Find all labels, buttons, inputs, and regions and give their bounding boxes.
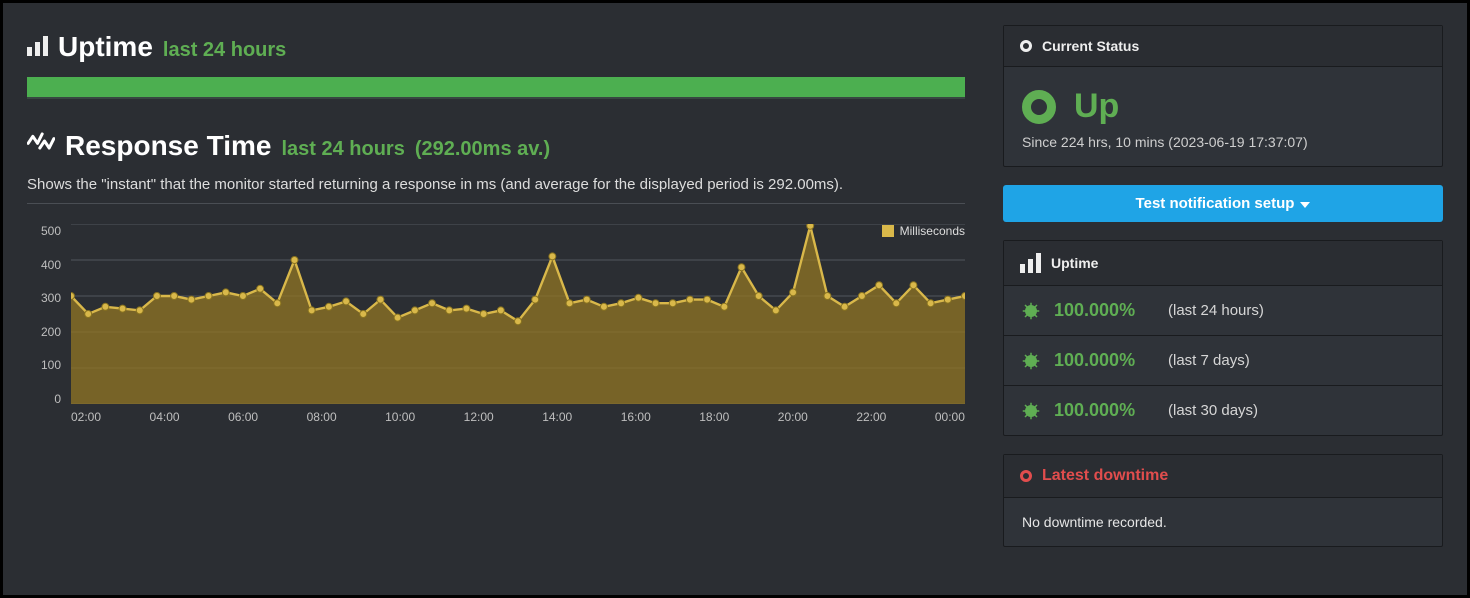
downtime-body: No downtime recorded. [1004, 498, 1442, 546]
pulse-icon [27, 127, 55, 155]
uptime-panel-header: Uptime [1004, 241, 1442, 286]
seal-icon [1022, 302, 1040, 320]
status-donut-icon [1022, 90, 1056, 124]
uptime-label: (last 24 hours) [1168, 302, 1264, 319]
x-tick: 16:00 [621, 410, 651, 424]
x-tick: 20:00 [778, 410, 808, 424]
uptime-heading: Uptime last 24 hours [27, 31, 965, 63]
uptime-title: Uptime [58, 31, 153, 63]
y-tick: 100 [41, 358, 67, 372]
response-description: Shows the "instant" that the monitor sta… [27, 176, 965, 193]
current-status-panel: Current Status Up Since 224 hrs, 10 mins… [1003, 25, 1443, 167]
response-chart: Milliseconds 5004003002001000 02:0004:00… [27, 224, 965, 424]
response-subtitle: last 24 hours [281, 138, 404, 161]
uptime-list: 100.000% (last 24 hours) 100.000% (last … [1004, 286, 1442, 435]
record-icon [1020, 40, 1032, 52]
downtime-header-text: Latest downtime [1042, 467, 1168, 485]
separator [27, 203, 965, 204]
x-tick: 06:00 [228, 410, 258, 424]
chart-plot[interactable] [71, 224, 965, 404]
x-tick: 18:00 [699, 410, 729, 424]
uptime-bar [27, 77, 965, 99]
y-tick: 500 [41, 224, 67, 238]
y-tick: 300 [41, 291, 67, 305]
uptime-pct: 100.000% [1054, 350, 1154, 371]
seal-icon [1022, 402, 1040, 420]
status-body: Up Since 224 hrs, 10 mins (2023-06-19 17… [1004, 67, 1442, 166]
uptime-row: 100.000% (last 7 days) [1004, 335, 1442, 385]
downtime-panel: Latest downtime No downtime recorded. [1003, 454, 1443, 547]
x-tick: 12:00 [464, 410, 494, 424]
uptime-label: (last 7 days) [1168, 352, 1250, 369]
x-axis-labels: 02:00 04:00 06:00 08:00 10:00 12:00 14:00 16:00… [71, 404, 965, 424]
record-icon-red [1020, 470, 1032, 482]
response-heading: Response Time last 24 hours (292.00ms av… [27, 127, 965, 162]
uptime-label: (last 30 days) [1168, 402, 1258, 419]
response-title: Response Time [65, 130, 271, 162]
status-indicator: Up [1022, 87, 1424, 126]
left-column: Uptime last 24 hours Response Time last … [27, 25, 965, 573]
x-tick: 08:00 [307, 410, 337, 424]
status-since: Since 224 hrs, 10 mins (2023-06-19 17:37… [1022, 134, 1424, 150]
seal-icon [1022, 352, 1040, 370]
bars-icon [27, 36, 48, 56]
status-header: Current Status [1004, 26, 1442, 67]
x-tick: 22:00 [856, 410, 886, 424]
response-avg: (292.00ms av.) [415, 138, 550, 161]
x-tick: 14:00 [542, 410, 572, 424]
bars-icon [1020, 253, 1041, 273]
status-text: Up [1074, 87, 1119, 126]
test-button-label: Test notification setup [1136, 195, 1295, 212]
dashboard-page: Uptime last 24 hours Response Time last … [0, 0, 1470, 598]
caret-down-icon [1300, 202, 1310, 208]
y-axis-labels: 500 400 300 200 100 0 [27, 224, 67, 406]
x-tick: 00:00 [935, 410, 965, 424]
y-tick: 400 [41, 258, 67, 272]
y-tick: 200 [41, 325, 67, 339]
x-tick: 04:00 [150, 410, 180, 424]
status-header-text: Current Status [1042, 38, 1139, 54]
uptime-pct: 100.000% [1054, 300, 1154, 321]
uptime-subtitle: last 24 hours [163, 39, 286, 62]
chart-frame: 500 400 300 200 100 0 02:00 04:00 06:00 08:00 10:… [27, 224, 965, 424]
uptime-row: 100.000% (last 24 hours) [1004, 286, 1442, 335]
x-tick: 10:00 [385, 410, 415, 424]
right-column: Current Status Up Since 224 hrs, 10 mins… [1003, 25, 1443, 573]
x-tick: 02:00 [71, 410, 101, 424]
uptime-row: 100.000% (last 30 days) [1004, 385, 1442, 435]
uptime-pct: 100.000% [1054, 400, 1154, 421]
y-tick: 0 [54, 392, 67, 406]
test-notification-button[interactable]: Test notification setup [1003, 185, 1443, 222]
downtime-header: Latest downtime [1004, 455, 1442, 498]
uptime-panel: Uptime 100.000% (last 24 hours) 100.000%… [1003, 240, 1443, 436]
uptime-panel-title: Uptime [1051, 255, 1098, 271]
